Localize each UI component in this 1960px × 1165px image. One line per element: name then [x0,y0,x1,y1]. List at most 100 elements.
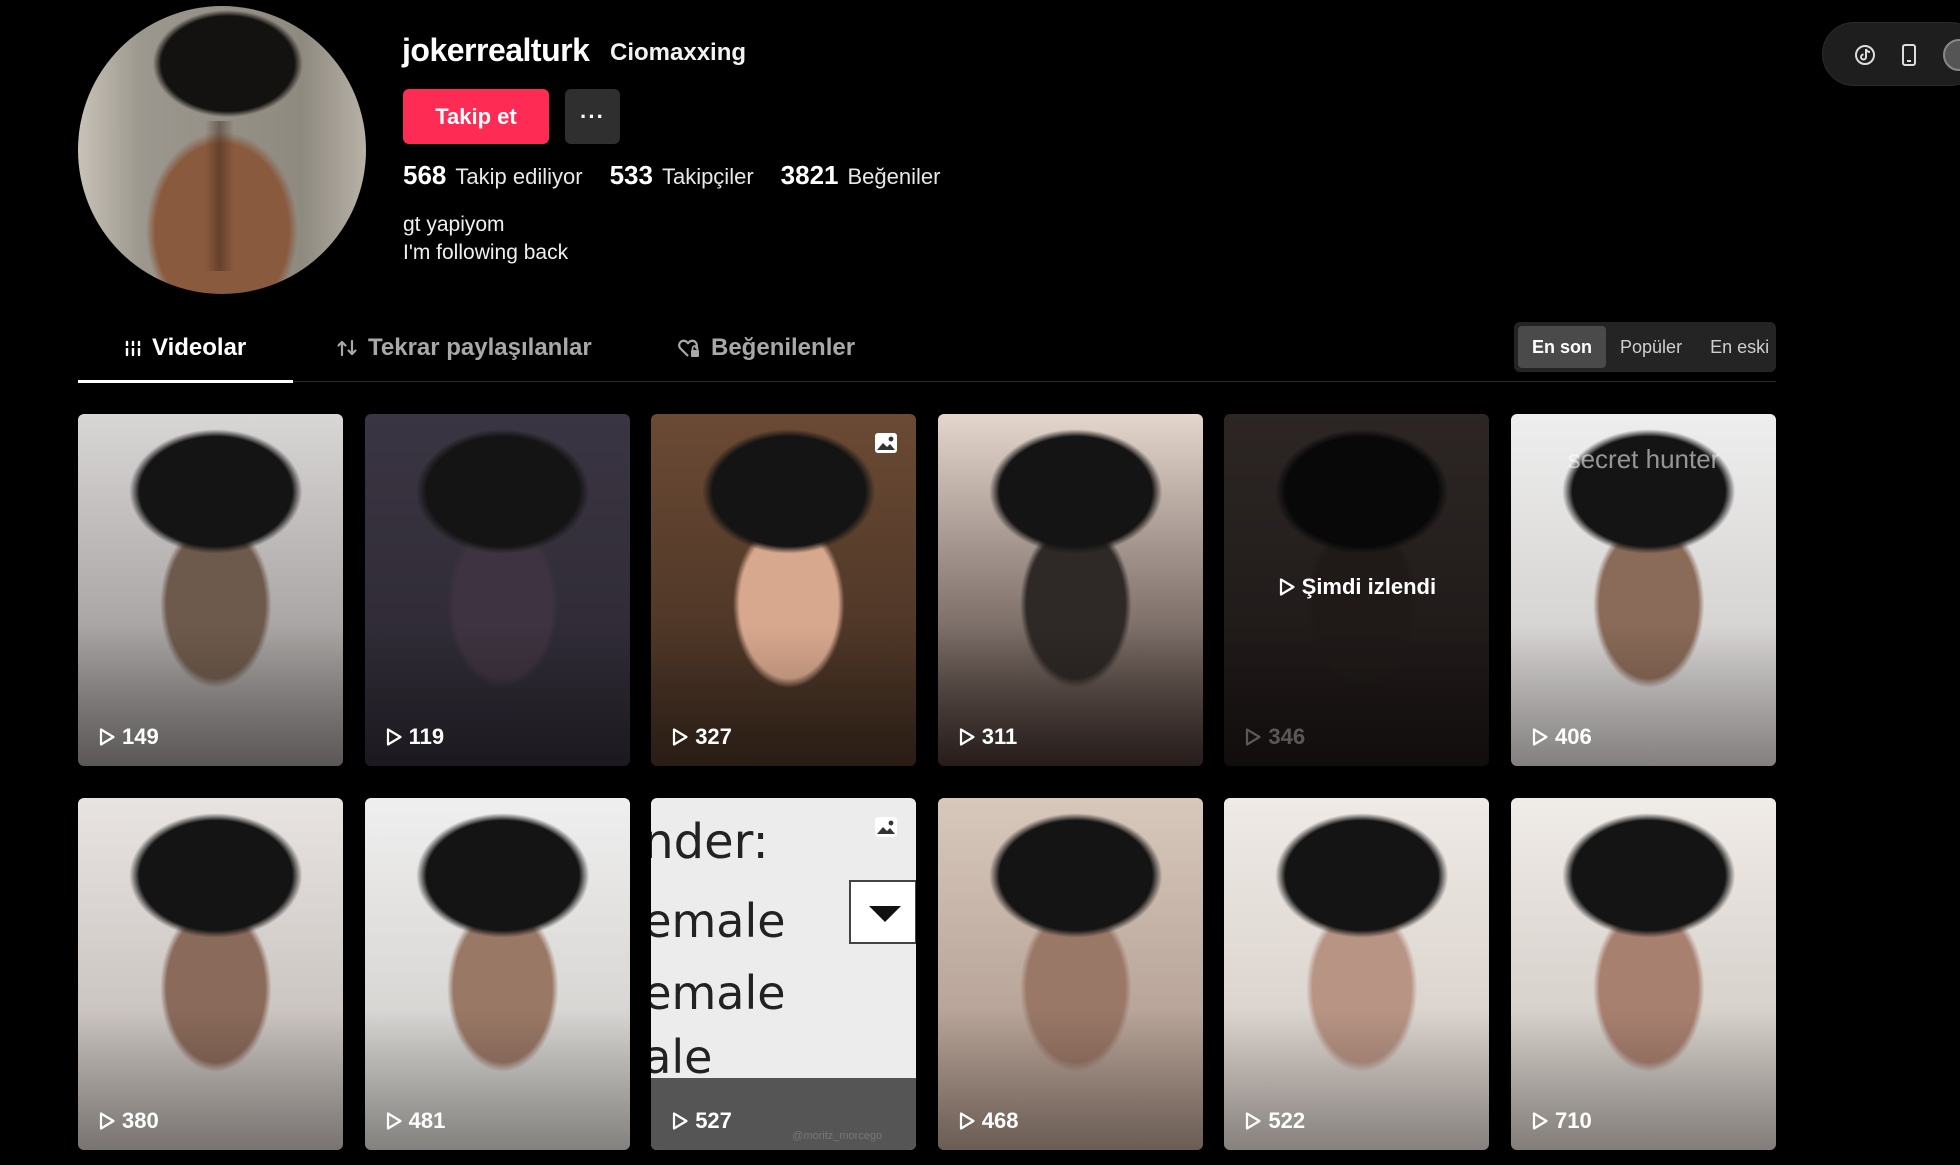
play-icon [1279,578,1295,596]
stat-following-count: 568 [403,160,447,190]
thumbnail-caption: secret hunter [1567,444,1720,474]
video-grid: 149 119 327 311 Şimdi izlendi 346 secret hunte… [78,414,1776,1150]
video-thumbnail [1224,798,1490,1150]
view-count: 481 [385,1108,446,1134]
view-count-value: 527 [695,1108,732,1133]
user-avatar[interactable] [1943,39,1960,71]
view-count-value: 380 [122,1108,159,1133]
tab-reposts-label: Tekrar paylaşılanlar [368,334,592,361]
watched-label: Şimdi izlendi [1224,574,1489,600]
play-icon [673,728,688,746]
view-count: 119 [385,724,445,750]
video-thumbnail [651,414,917,766]
watermark: @moritz_morcego [792,1130,883,1142]
profile-nickname: Ciomaxxing [610,39,747,66]
play-icon [673,1112,688,1130]
video-card[interactable]: 710 [1510,798,1776,1150]
floating-toolbar [1822,22,1960,86]
video-card[interactable]: nder:emaleemalealeAMPIRE@moritz_morcego5… [651,798,917,1150]
heart-lock-icon [678,339,699,357]
view-count-value: 468 [981,1108,1019,1133]
repost-icon [337,339,357,357]
video-thumbnail [78,798,343,1150]
video-card[interactable]: 149 [78,414,343,766]
tab-videos-label: Videolar [152,334,247,361]
phone-icon[interactable] [1897,43,1921,67]
photo-icon [874,432,898,459]
stat-following[interactable]: 568 Takip ediliyor [403,160,583,191]
grid-icon [124,340,142,357]
tiktok-icon[interactable] [1853,43,1877,67]
profile-stats: 568 Takip ediliyor 533 Takipçiler 3821 B… [403,160,967,191]
view-count-value: 522 [1268,1108,1306,1133]
tab-videos[interactable]: Videolar [124,334,246,362]
thumbnail-text: emale [651,894,786,948]
watched-text: Şimdi izlendi [1301,574,1437,599]
tab-liked[interactable]: Beğenilenler [677,334,855,362]
profile-username: jokerrealturk [402,32,590,68]
view-count-value: 149 [122,724,159,749]
view-count-value: 710 [1554,1108,1592,1133]
video-card[interactable]: 119 [364,414,630,766]
video-card[interactable]: 327 [651,414,917,766]
play-icon [1246,728,1261,746]
video-thumbnail [364,414,630,766]
active-tab-indicator [78,380,293,383]
video-thumbnail [78,414,343,766]
play-icon [99,1112,115,1130]
video-thumbnail [364,798,630,1150]
video-thumbnail: nder:emaleemalealeAMPIRE@moritz_morcego [651,798,917,1150]
play-icon [1532,728,1548,746]
view-count: 149 [98,724,159,750]
view-count-value: 346 [1268,724,1306,749]
sort-toggle: En son Popüler En eski [1514,322,1776,372]
stat-following-label: Takip ediliyor [455,164,583,189]
profile-page: jokerrealturk Ciomaxxing Takip et ··· 56… [0,0,1960,1165]
view-count: 311 [958,724,1017,750]
sort-oldest-button[interactable]: En eski [1696,326,1783,368]
thumbnail-text: emale [651,966,786,1020]
view-count-value: 119 [408,724,445,749]
video-thumbnail [937,798,1203,1150]
play-icon [386,1112,402,1130]
view-count: 527 [671,1108,732,1134]
bio-line: gt yapiyom [403,213,505,236]
sort-popular-button[interactable]: Popüler [1606,326,1696,368]
view-count-value: 481 [408,1108,446,1133]
video-card[interactable]: 468 [937,798,1203,1150]
view-count-value: 327 [695,724,732,749]
video-card[interactable]: 481 [364,798,630,1150]
view-count: 327 [671,724,732,750]
view-count: 710 [1531,1108,1592,1134]
view-count: 468 [958,1108,1019,1134]
stat-likes: 3821 Beğeniler [781,160,941,191]
view-count-value: 406 [1554,724,1592,749]
profile-bio: gt yapiyom I'm following back [403,211,568,267]
video-card[interactable]: 311 [937,414,1203,766]
stat-followers-label: Takipçiler [661,164,754,189]
view-count: 346 [1244,724,1305,750]
video-card[interactable]: 380 [78,798,343,1150]
view-count: 522 [1244,1108,1305,1134]
sort-latest-button[interactable]: En son [1518,326,1607,368]
stat-likes-label: Beğeniler [847,164,941,189]
stat-followers[interactable]: 533 Takipçiler [610,160,754,191]
tab-reposts[interactable]: Tekrar paylaşılanlar [336,334,592,362]
follow-button[interactable]: Takip et [403,89,549,144]
play-icon [1246,1112,1261,1130]
stat-likes-count: 3821 [780,160,839,190]
profile-avatar [78,6,366,294]
video-card[interactable]: 522 [1224,798,1490,1150]
thumbnail-text: ale [651,1030,713,1084]
play-icon [99,728,115,746]
video-card[interactable]: secret hunter 406 [1510,414,1776,766]
dropdown-graphic [849,880,917,944]
video-card[interactable]: Şimdi izlendi 346 [1224,414,1490,766]
play-icon [959,728,975,746]
more-options-button[interactable]: ··· [565,89,620,144]
thumbnail-text: nder: [651,814,769,870]
play-icon [959,1112,975,1130]
video-thumbnail [937,414,1203,766]
video-thumbnail [1510,798,1776,1150]
play-icon [1532,1112,1548,1130]
